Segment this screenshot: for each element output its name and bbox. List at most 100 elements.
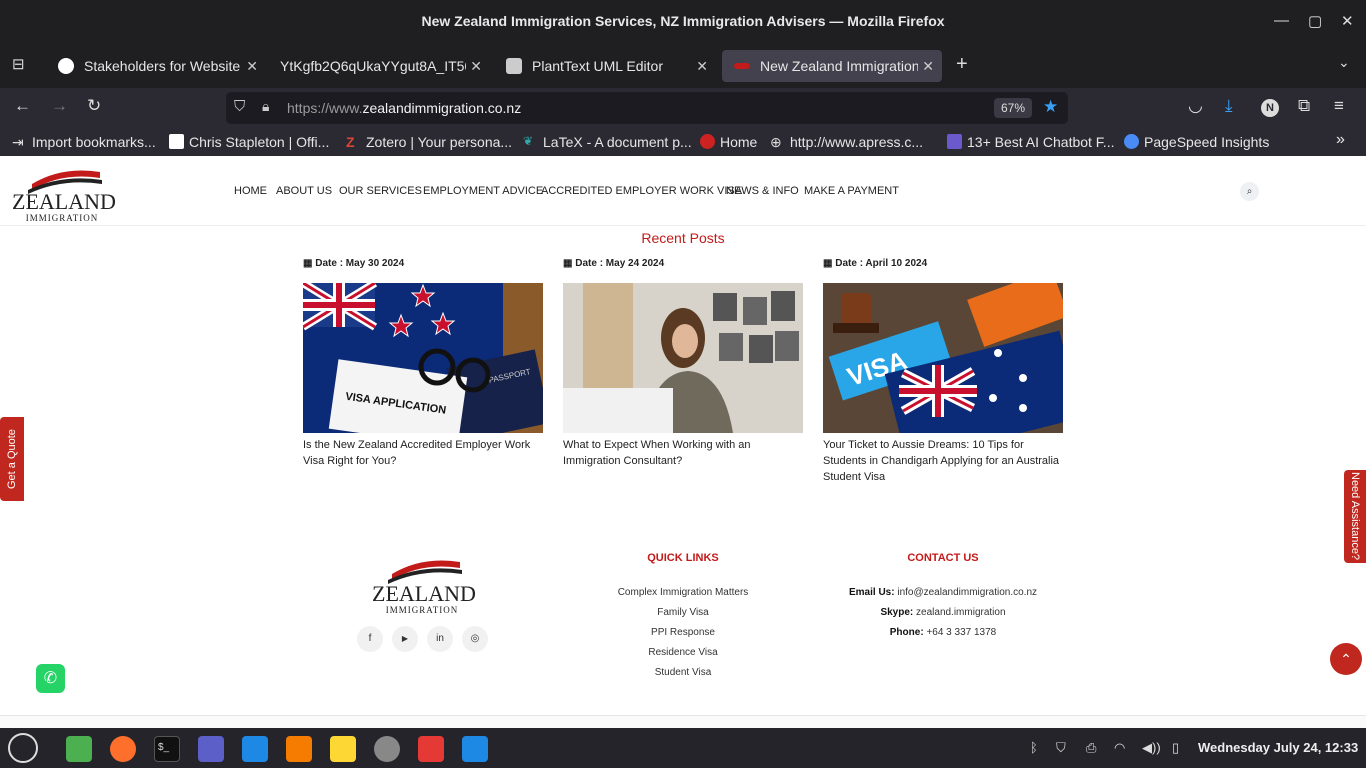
post-title-link[interactable]: Your Ticket to Aussie Dreams: 10 Tips fo… <box>823 437 1063 485</box>
bookmark-item[interactable]: 13+ Best AI Chatbot F... <box>947 134 1114 150</box>
logo-main-text: ZEALAND <box>12 189 116 214</box>
minimize-icon[interactable]: — <box>1274 12 1289 29</box>
close-tab-icon[interactable]: ✕ <box>246 50 258 82</box>
url-text[interactable]: https://www.zealandimmigration.co.nz <box>287 100 521 116</box>
menu-about[interactable]: ABOUT US <box>276 185 332 197</box>
menu-icon[interactable]: ≡ <box>1334 96 1344 116</box>
url-bar[interactable]: ⛉ 🔒︎ https://www.zealandimmigration.co.n… <box>226 92 1068 124</box>
bookmark-item[interactable]: ⇥ Import bookmarks... <box>12 134 156 150</box>
facebook-icon[interactable]: f <box>357 626 383 652</box>
bookmark-item[interactable]: PageSpeed Insights <box>1124 134 1269 150</box>
zoom-level[interactable]: 67% <box>994 98 1033 118</box>
post-image[interactable]: PASSPORT VISA APPLICATION <box>303 283 543 433</box>
downloads-icon[interactable]: ⤓ <box>1225 96 1233 116</box>
contact-skype[interactable]: Skype: zealand.immigration <box>843 607 1043 618</box>
menu-payment[interactable]: MAKE A PAYMENT <box>804 185 899 197</box>
vscode-icon[interactable] <box>242 736 268 762</box>
zealand-favicon-icon <box>734 63 750 69</box>
close-icon[interactable]: ✕ <box>1341 12 1354 30</box>
volume-icon[interactable]: ◀)) <box>1142 740 1161 756</box>
search-icon[interactable]: ⌕ <box>1240 182 1259 201</box>
pocket-icon[interactable]: ◡ <box>1188 96 1203 116</box>
footer-link[interactable]: Complex Immigration Matters <box>583 587 783 598</box>
files-icon[interactable] <box>66 736 92 762</box>
linkedin-icon[interactable]: in <box>427 626 453 652</box>
bookmark-item[interactable]: Home <box>700 134 757 150</box>
todoist-icon[interactable] <box>418 736 444 762</box>
navigation-toolbar: ← → ↻ ⛉ 🔒︎ https://www.zealandimmigratio… <box>0 88 1366 128</box>
bluetooth-icon[interactable]: ᛒ <box>1030 740 1038 755</box>
terminal-icon[interactable]: $_ <box>154 736 180 762</box>
contact-phone[interactable]: Phone: +64 3 337 1378 <box>843 627 1043 638</box>
wifi-icon[interactable]: ◠ <box>1114 740 1125 756</box>
maximize-icon[interactable]: ▢ <box>1308 12 1322 30</box>
app-icon[interactable] <box>374 736 400 762</box>
printer-icon[interactable]: ⎙ <box>1086 740 1096 756</box>
menu-services[interactable]: OUR SERVICES <box>339 185 422 197</box>
footer-link[interactable]: PPI Response <box>583 627 783 638</box>
latex-icon: ❦ <box>523 134 534 148</box>
start-menu-icon[interactable] <box>8 733 38 763</box>
reload-icon[interactable]: ↻ <box>87 96 101 116</box>
tab-label: YtKgfb2Q6qUkaYYgut8A_IT50 <box>280 58 473 74</box>
post-title-link[interactable]: Is the New Zealand Accredited Employer W… <box>303 437 543 469</box>
menu-aewv[interactable]: ACCREDITED EMPLOYER WORK VISA <box>541 185 742 197</box>
contact-heading: CONTACT US <box>907 552 979 564</box>
extensions-icon[interactable]: ⧉ <box>1298 96 1310 116</box>
close-tab-icon[interactable]: ✕ <box>918 50 934 82</box>
tab-list-icon[interactable]: ⊟ <box>12 55 25 73</box>
bookmark-item[interactable]: ⊕ http://www.apress.c... <box>770 134 923 150</box>
whatsapp-icon[interactable]: ✆ <box>36 664 65 693</box>
logo-sub-text: IMMIGRATION <box>385 605 459 615</box>
menu-news[interactable]: NEWS & INFO <box>726 185 799 197</box>
close-tab-icon[interactable]: ✕ <box>696 50 708 82</box>
lock-icon[interactable]: 🔒︎ <box>262 98 269 115</box>
bookmark-item[interactable]: ❦ LaTeX - A document p... <box>523 134 692 150</box>
post-image[interactable] <box>563 283 803 433</box>
chevron-down-icon[interactable]: ⌄ <box>1338 54 1350 71</box>
os-taskbar: $_ ᛒ ⛉ ⎙ ◠ ◀)) ▯ Wednesday July 24, 12:3… <box>0 728 1366 768</box>
footer-link[interactable]: Residence Visa <box>583 647 783 658</box>
tab-zealand-immigration[interactable]: New Zealand Immigration S ✕ <box>722 50 942 82</box>
home-icon <box>700 134 715 149</box>
scroll-top-icon[interactable]: ⌃ <box>1330 643 1362 675</box>
close-tab-icon[interactable]: ✕ <box>466 50 482 82</box>
firefox-icon[interactable] <box>110 736 136 762</box>
clock[interactable]: Wednesday July 24, 12:33 <box>1198 740 1358 755</box>
bookmark-item[interactable]: Chris Stapleton | Offi... <box>169 134 329 150</box>
footer-link[interactable]: Family Visa <box>583 607 783 618</box>
back-icon[interactable]: ← <box>14 96 31 116</box>
shield-icon[interactable]: ⛉ <box>1056 740 1066 756</box>
document-icon[interactable] <box>462 736 488 762</box>
tab-bar: ⊟ Stakeholders for Website ✕ YtKgfb2Q6qU… <box>0 42 1366 88</box>
bookmark-item[interactable]: Z Zotero | Your persona... <box>346 134 512 150</box>
tab-stakeholders[interactable]: Stakeholders for Website ✕ <box>46 50 266 82</box>
battery-icon[interactable]: ▯ <box>1172 740 1179 756</box>
footer-link[interactable]: Student Visa <box>583 667 783 678</box>
menu-employment-advice[interactable]: EMPLOYMENT ADVICE <box>423 185 543 197</box>
get-a-quote-tab[interactable]: Get a Quote <box>0 417 24 501</box>
footer-logo[interactable]: ZEALAND IMMIGRATION <box>372 554 476 616</box>
menu-home[interactable]: HOME <box>234 185 267 197</box>
tab-ytkgfb[interactable]: YtKgfb2Q6qUkaYYgut8A_IT50 ✕ <box>268 50 490 82</box>
shield-icon[interactable]: ⛉ <box>234 98 245 115</box>
more-bookmarks-icon[interactable]: » <box>1336 131 1345 149</box>
text-editor-icon[interactable] <box>330 736 356 762</box>
contact-email[interactable]: Email Us: info@zealandimmigration.co.nz <box>843 587 1043 598</box>
app-icon[interactable] <box>286 736 312 762</box>
tab-planttext[interactable]: PlantText UML Editor ✕ <box>494 50 716 82</box>
calendar-icon: ▦ <box>823 258 836 269</box>
teams-icon[interactable] <box>198 736 224 762</box>
account-avatar[interactable]: N <box>1261 99 1279 117</box>
post-date: ▦ Date : May 30 2024 <box>303 258 405 269</box>
post-title-link[interactable]: What to Expect When Working with an Immi… <box>563 437 803 469</box>
need-assistance-tab[interactable]: Need Assistance? <box>1344 470 1366 563</box>
new-tab-icon[interactable]: + <box>956 53 968 76</box>
bookmark-star-icon[interactable]: ★ <box>1043 97 1058 117</box>
post-image[interactable]: VISA <box>823 283 1063 433</box>
instagram-icon[interactable]: ◎ <box>462 626 488 652</box>
pagespeed-icon <box>1124 134 1139 149</box>
forward-icon[interactable]: → <box>51 96 68 116</box>
youtube-icon[interactable]: ▶ <box>392 626 418 652</box>
site-logo[interactable]: ZEALAND IMMIGRATION <box>12 164 116 223</box>
